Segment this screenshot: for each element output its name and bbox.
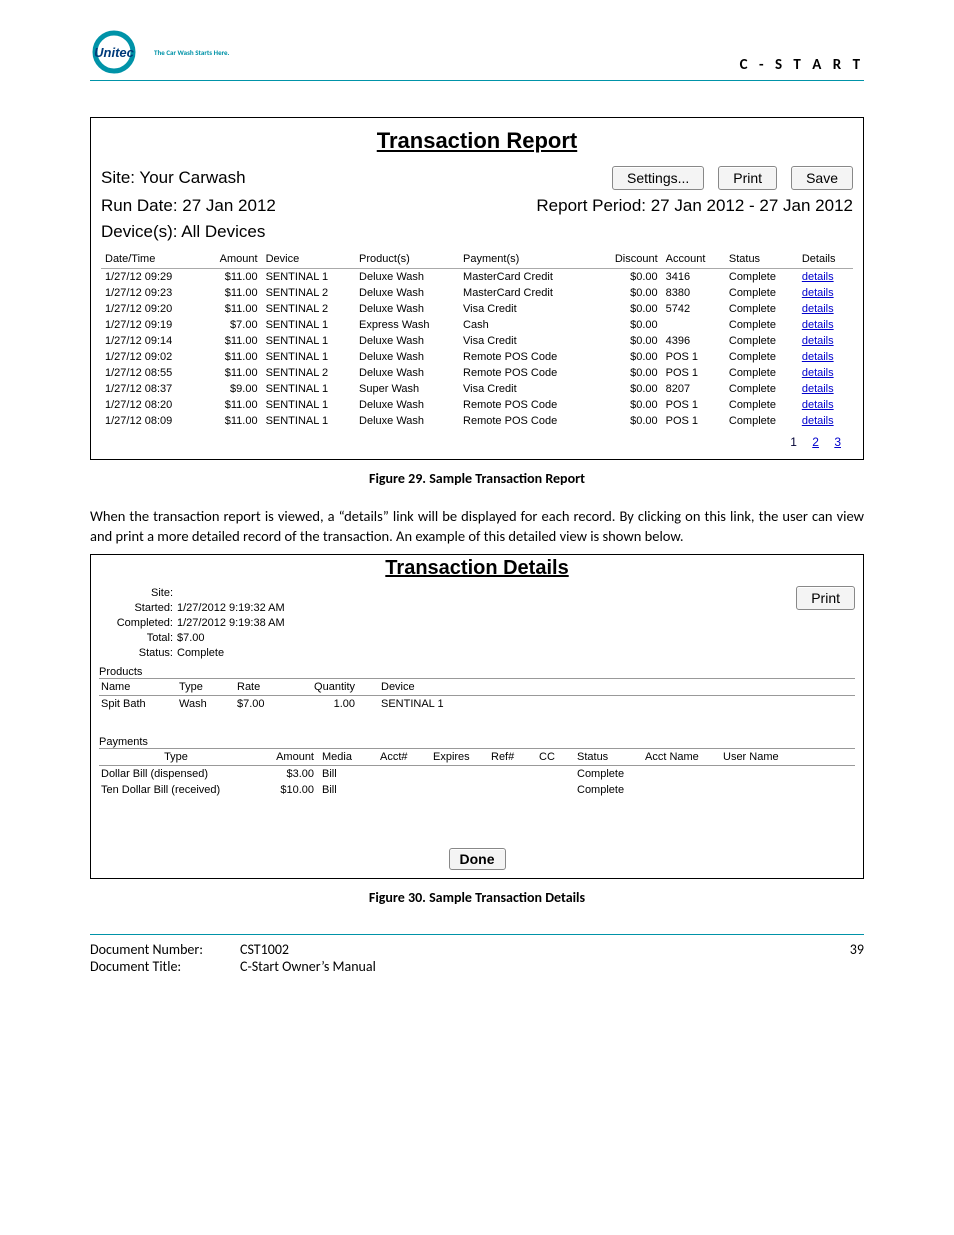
- col-datetime: Date/Time: [101, 250, 201, 269]
- details-link[interactable]: details: [802, 383, 834, 395]
- col-discount: Discount: [594, 250, 661, 269]
- details-title: Transaction Details: [99, 557, 855, 580]
- details-link[interactable]: details: [802, 303, 834, 315]
- svg-text:Unitec: Unitec: [94, 45, 135, 60]
- table-row: 1/27/12 08:09$11.00SENTINAL 1Deluxe Wash…: [101, 413, 853, 429]
- done-button[interactable]: Done: [449, 848, 506, 870]
- col-amount: Amount: [201, 250, 262, 269]
- col-device: Device: [262, 250, 355, 269]
- table-row: 1/27/12 09:29$11.00SENTINAL 1Deluxe Wash…: [101, 269, 853, 286]
- header-product-name: C - S T A R T: [740, 56, 864, 74]
- table-row: 1/27/12 09:20$11.00SENTINAL 2Deluxe Wash…: [101, 301, 853, 317]
- details-link[interactable]: details: [802, 367, 834, 379]
- run-date: Run Date: 27 Jan 2012: [101, 196, 276, 216]
- pager-link-2[interactable]: 2: [812, 435, 819, 449]
- table-row: 1/27/12 09:19$7.00SENTINAL 1Express Wash…: [101, 317, 853, 333]
- logo: Unitec The Car Wash Starts Here.: [90, 30, 229, 74]
- print-button[interactable]: Print: [718, 166, 777, 190]
- table-row: 1/27/12 08:55$11.00SENTINAL 2Deluxe Wash…: [101, 365, 853, 381]
- col-payments: Payment(s): [459, 250, 594, 269]
- pager-link-3[interactable]: 3: [834, 435, 841, 449]
- figure-30-caption: Figure 30. Sample Transaction Details: [90, 889, 864, 906]
- table-row: 1/27/12 09:02$11.00SENTINAL 1Deluxe Wash…: [101, 349, 853, 365]
- details-link[interactable]: details: [802, 351, 834, 363]
- page-footer: Document Number:CST1002 Document Title:C…: [90, 934, 864, 975]
- transaction-table: Date/Time Amount Device Product(s) Payme…: [101, 250, 853, 429]
- payments-section-label: Payments: [99, 736, 855, 749]
- page-number: 39: [850, 941, 864, 975]
- table-row: Ten Dollar Bill (received)$10.00BillComp…: [99, 782, 855, 798]
- details-info: Site: Started:1/27/2012 9:19:32 AM Compl…: [99, 586, 285, 660]
- pager: 1 2 3: [101, 435, 853, 449]
- details-link[interactable]: details: [802, 319, 834, 331]
- save-button[interactable]: Save: [791, 166, 853, 190]
- details-link[interactable]: details: [802, 415, 834, 427]
- products-section-label: Products: [99, 666, 855, 679]
- body-paragraph: When the transaction report is viewed, a…: [90, 507, 864, 546]
- table-row: 1/27/12 09:23$11.00SENTINAL 2Deluxe Wash…: [101, 285, 853, 301]
- col-products: Product(s): [355, 250, 459, 269]
- details-link[interactable]: details: [802, 335, 834, 347]
- table-row: Spit BathWash$7.001.00SENTINAL 1: [99, 696, 855, 713]
- products-table: Name Type Rate Quantity Device Spit Bath…: [99, 679, 855, 712]
- page-header: Unitec The Car Wash Starts Here. C - S T…: [90, 30, 864, 81]
- devices-label: Device(s): All Devices: [101, 222, 265, 242]
- table-row: 1/27/12 08:37$9.00SENTINAL 1Super WashVi…: [101, 381, 853, 397]
- settings-button[interactable]: Settings...: [612, 166, 704, 190]
- col-details: Details: [798, 250, 853, 269]
- details-print-button[interactable]: Print: [796, 586, 855, 610]
- report-period: Report Period: 27 Jan 2012 - 27 Jan 2012: [536, 196, 853, 216]
- figure-29-caption: Figure 29. Sample Transaction Report: [90, 470, 864, 487]
- transaction-report-figure: Transaction Report Site: Your Carwash Se…: [90, 117, 864, 460]
- pager-current: 1: [790, 435, 797, 449]
- transaction-details-figure: Transaction Details Site: Started:1/27/2…: [90, 554, 864, 879]
- details-link[interactable]: details: [802, 399, 834, 411]
- table-row: Dollar Bill (dispensed)$3.00BillComplete: [99, 766, 855, 783]
- col-status: Status: [725, 250, 798, 269]
- payments-table: Type Amount Media Acct# Expires Ref# CC …: [99, 749, 855, 798]
- details-link[interactable]: details: [802, 271, 834, 283]
- site-label: Site: Your Carwash: [101, 168, 246, 188]
- unitec-logo-icon: Unitec: [90, 30, 148, 74]
- details-link[interactable]: details: [802, 287, 834, 299]
- logo-tagline: The Car Wash Starts Here.: [154, 48, 229, 57]
- col-account: Account: [662, 250, 725, 269]
- table-row: 1/27/12 09:14$11.00SENTINAL 1Deluxe Wash…: [101, 333, 853, 349]
- report-title: Transaction Report: [101, 128, 853, 154]
- table-row: 1/27/12 08:20$11.00SENTINAL 1Deluxe Wash…: [101, 397, 853, 413]
